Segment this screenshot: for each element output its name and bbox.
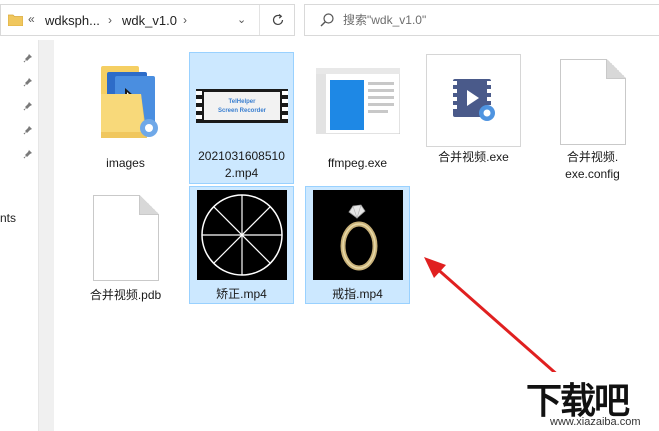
pin-icon[interactable] bbox=[22, 98, 36, 112]
file-item-correct-mp4[interactable]: 矫正.mp4 bbox=[189, 186, 294, 304]
breadcrumb-wdksph[interactable]: wdksph... bbox=[45, 13, 100, 28]
exe-thumbnail bbox=[426, 54, 521, 147]
file-name: 2.mp4 bbox=[224, 166, 259, 180]
watermark-url: www.xiazaiba.com bbox=[550, 416, 641, 428]
file-item-ffmpeg[interactable]: ffmpeg.exe bbox=[305, 52, 410, 184]
thumb-text: Screen Recorder bbox=[217, 108, 266, 114]
address-bar[interactable]: « wdksph... › wdk_v1.0 › ⌄ bbox=[0, 4, 295, 36]
navigation-pane: nts bbox=[0, 40, 40, 431]
video-thumbnail: TelHelper Screen Recorder bbox=[195, 89, 288, 123]
pin-icon[interactable] bbox=[22, 74, 36, 88]
folder-icon bbox=[8, 14, 23, 26]
refresh-button[interactable] bbox=[259, 5, 295, 35]
thumb-text: TelHelper bbox=[228, 99, 256, 105]
file-item-images[interactable]: images bbox=[73, 52, 178, 184]
exe-window-icon bbox=[315, 67, 400, 135]
file-icon bbox=[559, 59, 626, 145]
video-thumbnail bbox=[312, 190, 403, 280]
search-input[interactable] bbox=[343, 10, 643, 30]
search-box[interactable] bbox=[304, 4, 659, 36]
refresh-icon bbox=[272, 14, 283, 26]
file-name: 合并视频.exe bbox=[438, 150, 509, 164]
file-item-merge-pdb[interactable]: 合并视频.pdb bbox=[73, 186, 178, 304]
file-name: 2021031608510 bbox=[198, 149, 285, 163]
search-icon bbox=[320, 13, 334, 27]
file-icon bbox=[92, 195, 159, 281]
file-name: 矫正.mp4 bbox=[216, 287, 267, 301]
folder-icon bbox=[100, 66, 158, 138]
file-name: 合并视频. bbox=[566, 150, 619, 164]
file-name: ffmpeg.exe bbox=[327, 156, 388, 170]
file-item-video-20210316[interactable]: TelHelper Screen Recorder 2021031608510 … bbox=[189, 52, 294, 184]
watermark-logo: 下载吧 www.xiazaiba.com bbox=[522, 372, 659, 431]
file-name: 合并视频.pdb bbox=[89, 288, 162, 302]
file-name: exe.config bbox=[565, 167, 620, 181]
video-app-icon bbox=[453, 79, 495, 121]
file-explorer-window: « wdksph... › wdk_v1.0 › ⌄ nts bbox=[0, 0, 659, 431]
breadcrumb-separator-icon[interactable]: › bbox=[108, 13, 112, 27]
pin-icon[interactable] bbox=[22, 50, 36, 64]
address-dropdown-icon[interactable]: ⌄ bbox=[237, 13, 246, 26]
video-thumbnail bbox=[196, 190, 287, 280]
file-item-merge-exe[interactable]: 合并视频.exe bbox=[421, 52, 526, 184]
file-item-ring-mp4[interactable]: 戒指.mp4 bbox=[305, 186, 410, 304]
breadcrumb-separator-icon[interactable]: › bbox=[183, 13, 187, 27]
nav-item-label[interactable]: nts bbox=[0, 211, 16, 225]
collapse-breadcrumb-icon[interactable]: « bbox=[28, 12, 35, 26]
file-name: images bbox=[106, 156, 145, 170]
file-item-merge-config[interactable]: 合并视频. exe.config bbox=[540, 52, 645, 184]
nav-scrollbar[interactable] bbox=[38, 40, 54, 431]
breadcrumb-wdk-v1[interactable]: wdk_v1.0 bbox=[122, 13, 177, 28]
file-name: 戒指.mp4 bbox=[332, 287, 383, 301]
annotation-arrow bbox=[424, 257, 561, 379]
pin-icon[interactable] bbox=[22, 122, 36, 136]
pin-icon[interactable] bbox=[22, 146, 36, 160]
